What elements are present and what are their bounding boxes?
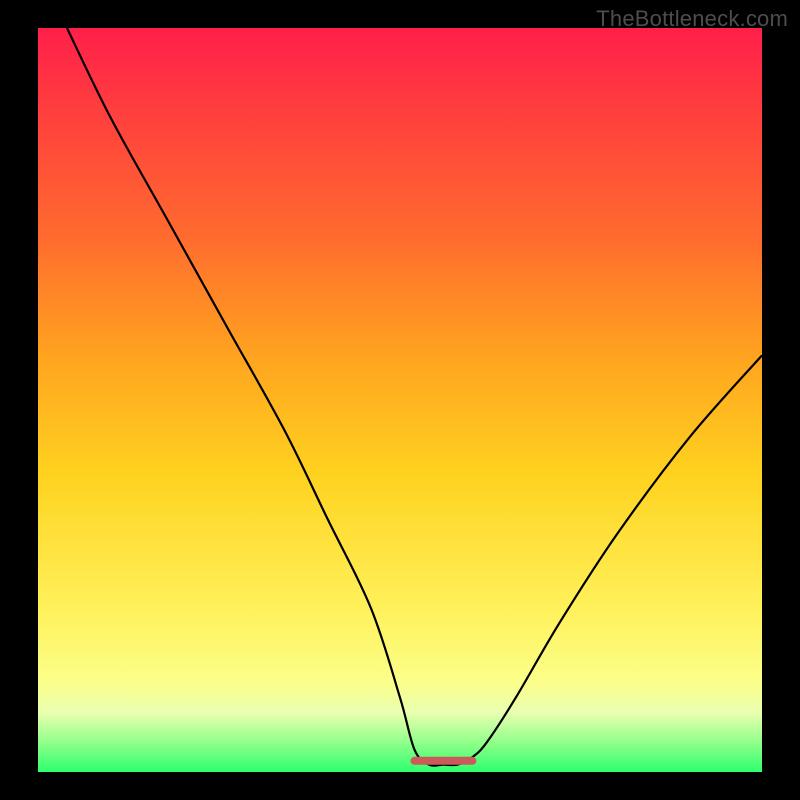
- chart-frame: TheBottleneck.com: [0, 0, 800, 800]
- plot-area: [38, 28, 762, 772]
- bottleneck-curve-path: [67, 28, 762, 766]
- curve-svg: [38, 28, 762, 772]
